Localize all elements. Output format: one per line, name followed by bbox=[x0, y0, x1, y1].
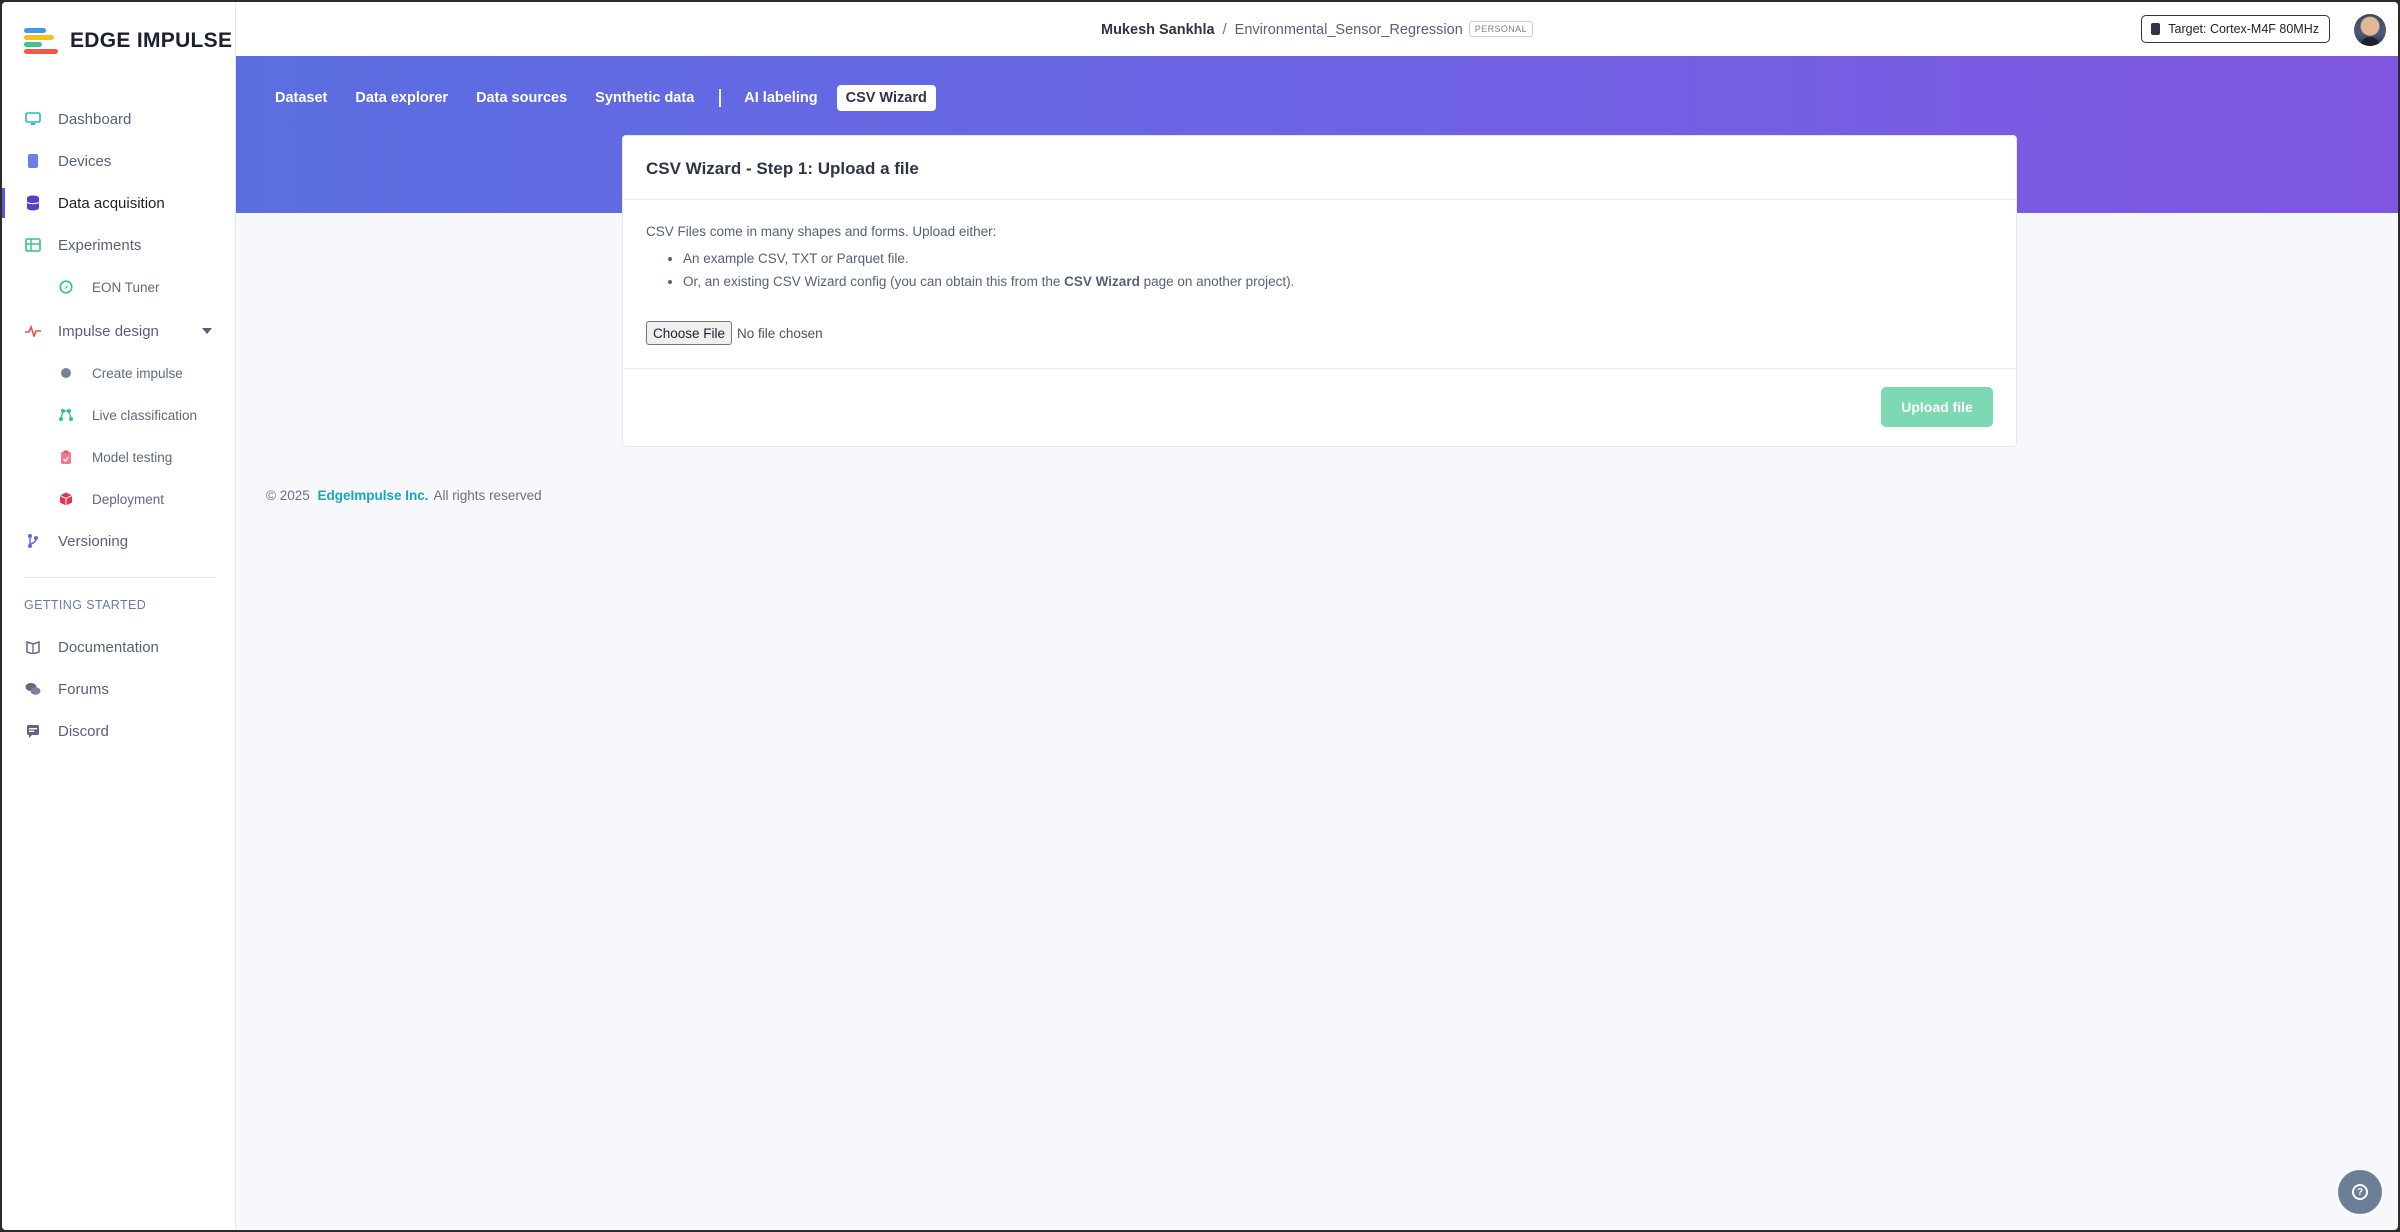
sidebar-item-versioning[interactable]: Versioning bbox=[2, 524, 236, 558]
sidebar-item-label: Forums bbox=[58, 680, 109, 698]
sidebar-item-forums[interactable]: Forums bbox=[2, 672, 236, 706]
sidebar-item-discord[interactable]: Discord bbox=[2, 714, 236, 748]
tab-data-sources[interactable]: Data sources bbox=[467, 85, 576, 111]
sidebar-item-model-testing[interactable]: Model testing bbox=[2, 440, 236, 474]
card-header: CSV Wizard - Step 1: Upload a file bbox=[623, 136, 2016, 200]
sidebar: EDGE IMPULSE Dashboard Devices Data acqu… bbox=[2, 2, 236, 1230]
sidebar-item-label: Versioning bbox=[58, 532, 129, 550]
file-input: Choose File No file chosen bbox=[646, 321, 823, 345]
top-bar: Mukesh Sankhla / Environmental_Sensor_Regr… bbox=[236, 2, 2398, 56]
bullet2-text-end: page on another project). bbox=[1139, 274, 1295, 289]
pulse-icon bbox=[24, 322, 42, 340]
tab-ai-labeling[interactable]: AI labeling bbox=[735, 85, 826, 111]
grid-icon bbox=[24, 236, 42, 254]
csv-wizard-card: CSV Wizard - Step 1: Upload a file CSV F… bbox=[622, 135, 2017, 447]
monitor-icon bbox=[24, 110, 42, 128]
dot-icon bbox=[58, 365, 74, 381]
project-badge: PERSONAL bbox=[1468, 21, 1533, 37]
network-icon bbox=[58, 407, 74, 423]
avatar[interactable] bbox=[2354, 14, 2386, 46]
chevron-down-icon[interactable] bbox=[202, 328, 212, 334]
choose-file-button[interactable]: Choose File bbox=[646, 321, 733, 345]
clipboard-icon bbox=[58, 449, 74, 465]
upload-options-list: An example CSV, TXT or Parquet file. Or,… bbox=[646, 251, 1993, 289]
target-label: Target: Cortex-M4F 80MHz bbox=[2168, 22, 2319, 36]
sidebar-item-label: Create impulse bbox=[92, 365, 183, 381]
sidebar-item-label: Dashboard bbox=[58, 110, 132, 128]
sidebar-item-deployment[interactable]: Deployment bbox=[2, 482, 236, 516]
sidebar-item-experiments[interactable]: Experiments bbox=[2, 228, 236, 262]
list-item: An example CSV, TXT or Parquet file. bbox=[683, 251, 1993, 266]
sidebar-item-label: Devices bbox=[58, 152, 112, 170]
list-item: Or, an existing CSV Wizard config (you c… bbox=[683, 274, 1993, 289]
sidebar-item-documentation[interactable]: Documentation bbox=[2, 630, 236, 664]
sidebar-item-create-impulse[interactable]: Create impulse bbox=[2, 356, 236, 390]
message-icon bbox=[24, 722, 42, 740]
tab-dataset[interactable]: Dataset bbox=[266, 85, 336, 111]
chip-icon bbox=[2151, 23, 2161, 35]
database-icon bbox=[24, 194, 42, 212]
sidebar-item-label: Documentation bbox=[58, 638, 159, 656]
sidebar-item-dashboard[interactable]: Dashboard bbox=[2, 102, 236, 136]
breadcrumb-user[interactable]: Mukesh Sankhla bbox=[1101, 22, 1215, 38]
branch-icon bbox=[24, 532, 42, 550]
card-body: CSV Files come in many shapes and forms.… bbox=[646, 224, 1993, 297]
cube-icon bbox=[58, 491, 74, 507]
sidebar-item-label: Discord bbox=[58, 722, 109, 740]
company-link[interactable]: EdgeImpulse Inc. bbox=[318, 488, 429, 503]
sidebar-item-label: EON Tuner bbox=[92, 279, 160, 295]
rights-text: All rights reserved bbox=[433, 488, 542, 503]
question-icon: ? bbox=[2352, 1184, 2368, 1200]
sidebar-item-label: Experiments bbox=[58, 236, 142, 254]
help-button[interactable]: ? bbox=[2338, 1170, 2382, 1214]
card-footer: Upload file bbox=[623, 368, 2016, 446]
sidebar-item-label: Live classification bbox=[92, 407, 198, 423]
tuner-icon bbox=[58, 279, 74, 295]
bullet2-text: Or, an existing CSV Wizard config (you c… bbox=[683, 274, 1065, 289]
book-icon bbox=[24, 638, 42, 656]
copyright: © 2025 bbox=[266, 488, 310, 503]
tab-separator bbox=[719, 89, 722, 107]
card-title: CSV Wizard - Step 1: Upload a file bbox=[646, 159, 919, 178]
page-footer: © 2025 EdgeImpulse Inc. All rights reser… bbox=[266, 488, 542, 503]
device-icon bbox=[24, 152, 42, 170]
sidebar-item-impulse-design[interactable]: Impulse design bbox=[2, 314, 236, 348]
brand-logo[interactable]: EDGE IMPULSE bbox=[24, 26, 232, 56]
sidebar-item-label: Data acquisition bbox=[58, 194, 165, 212]
sidebar-item-devices[interactable]: Devices bbox=[2, 144, 236, 178]
breadcrumb-separator: / bbox=[1222, 22, 1227, 38]
sidebar-item-label: Impulse design bbox=[58, 322, 159, 340]
breadcrumb: Mukesh Sankhla / Environmental_Sensor_Regr… bbox=[236, 21, 2398, 38]
brand-name: EDGE IMPULSE bbox=[70, 29, 233, 52]
tab-synthetic-data[interactable]: Synthetic data bbox=[586, 85, 703, 111]
target-device-button[interactable]: Target: Cortex-M4F 80MHz bbox=[2141, 15, 2330, 43]
sidebar-item-live-classification[interactable]: Live classification bbox=[2, 398, 236, 432]
upload-file-button[interactable]: Upload file bbox=[1881, 387, 1993, 427]
edge-impulse-logo-icon bbox=[24, 28, 60, 54]
app-window: EDGE IMPULSE Dashboard Devices Data acqu… bbox=[2, 2, 2398, 1230]
file-status: No file chosen bbox=[737, 325, 823, 341]
sidebar-item-label: Deployment bbox=[92, 491, 165, 507]
tab-data-explorer[interactable]: Data explorer bbox=[346, 85, 457, 111]
data-acquisition-tabs: Dataset Data explorer Data sources Synth… bbox=[266, 84, 946, 112]
sidebar-item-label: Model testing bbox=[92, 449, 173, 465]
getting-started-title: GETTING STARTED bbox=[24, 598, 147, 612]
card-intro: CSV Files come in many shapes and forms.… bbox=[646, 224, 997, 239]
chat-icon bbox=[24, 680, 42, 698]
bullet2-bold: CSV Wizard bbox=[1064, 274, 1140, 289]
sidebar-item-data-acquisition[interactable]: Data acquisition bbox=[2, 186, 236, 220]
tab-csv-wizard[interactable]: CSV Wizard bbox=[836, 85, 936, 111]
sidebar-divider bbox=[24, 577, 216, 578]
breadcrumb-project[interactable]: Environmental_Sensor_Regression bbox=[1235, 22, 1463, 38]
sidebar-item-eon-tuner[interactable]: EON Tuner bbox=[2, 270, 236, 304]
